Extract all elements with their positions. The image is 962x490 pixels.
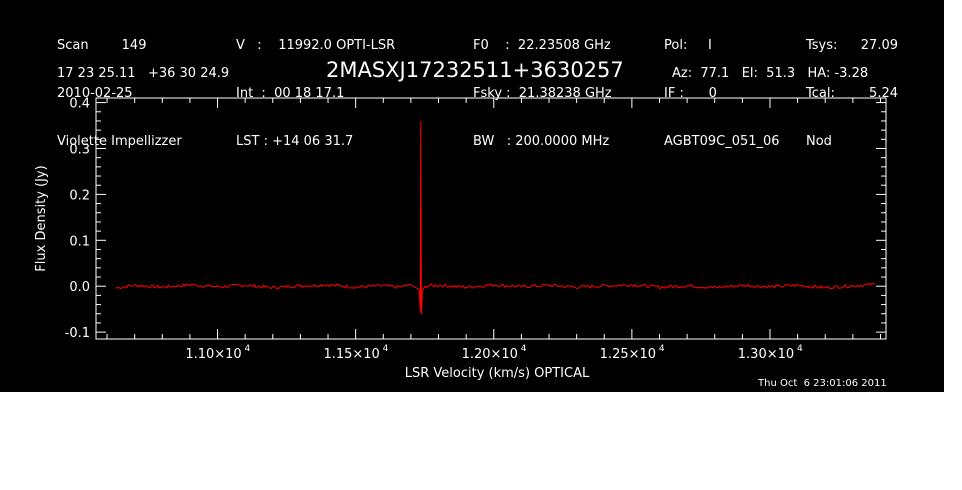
y-tick-label: 0.4 xyxy=(69,97,90,112)
x-tick-label: 1.10×10 xyxy=(185,347,241,362)
x-tick-exponent: 4 xyxy=(383,344,389,354)
axis-ticks xyxy=(96,98,886,339)
spectrum-trace xyxy=(115,120,876,314)
plot-panel: Scan 149 2010-02-25 Violette Impellizzer… xyxy=(0,0,944,392)
plot-timestamp: Thu Oct 6 23:01:06 2011 xyxy=(758,378,887,389)
y-tick-label: 0.1 xyxy=(69,234,90,249)
x-tick-exponent: 4 xyxy=(245,344,251,354)
x-tick-exponent: 4 xyxy=(659,344,665,354)
x-tick-exponent: 4 xyxy=(797,344,803,354)
plot-frame xyxy=(95,97,887,340)
x-tick-label: 1.25×10 xyxy=(600,347,656,362)
x-tick-label: 1.20×10 xyxy=(462,347,518,362)
y-tick-label: -0.1 xyxy=(65,326,90,341)
y-tick-label: 0.3 xyxy=(69,142,90,157)
x-tick-exponent: 4 xyxy=(521,344,527,354)
x-axis-label: LSR Velocity (km/s) OPTICAL xyxy=(405,366,590,381)
y-tick-label: 0.0 xyxy=(69,280,90,295)
tick-labels: 1.10×10 4 1.15×10 4 1.20×10 4 1.25×10 4 1.30×10 4… xyxy=(65,97,803,362)
x-tick-label: 1.15×10 xyxy=(323,347,379,362)
x-tick-label: 1.30×10 xyxy=(738,347,794,362)
y-axis-label: Flux Density (Jy) xyxy=(34,165,49,271)
y-tick-label: 0.2 xyxy=(69,188,90,203)
spectrum-chart: 1.10×10 4 1.15×10 4 1.20×10 4 1.25×10 4 1.30×10 4… xyxy=(34,97,887,381)
